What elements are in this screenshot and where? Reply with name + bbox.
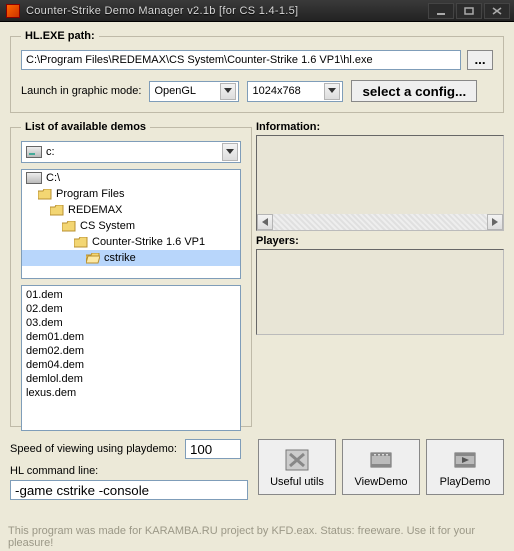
list-item[interactable]: demlol.dem xyxy=(24,372,238,386)
file-list[interactable]: 01.dem02.dem03.demdem01.demdem02.demdem0… xyxy=(21,285,241,431)
status-bar: This program was made for KARAMBA.RU pro… xyxy=(8,525,506,549)
scroll-track[interactable] xyxy=(273,214,487,230)
chevron-down-icon xyxy=(324,83,340,100)
useful-utils-button[interactable]: Useful utils xyxy=(258,439,336,495)
scroll-right-icon[interactable] xyxy=(487,214,503,230)
demos-legend: List of available demos xyxy=(21,121,150,133)
folder-icon xyxy=(74,237,88,248)
tree-label: CS System xyxy=(80,220,135,232)
speed-label: Speed of viewing using playdemo: xyxy=(10,443,177,455)
folder-icon xyxy=(50,205,64,216)
hlexe-path-input[interactable] xyxy=(21,50,461,70)
select-config-button[interactable]: select a config... xyxy=(351,80,477,102)
speed-input[interactable] xyxy=(185,439,241,459)
chevron-down-icon xyxy=(222,143,238,161)
renderer-select[interactable]: OpenGL xyxy=(149,81,239,102)
viewdemo-label: ViewDemo xyxy=(355,476,408,488)
titlebar: Counter-Strike Demo Manager v2.1b [for C… xyxy=(0,0,514,22)
maximize-button[interactable] xyxy=(456,3,482,19)
tree-item[interactable]: REDEMAX xyxy=(22,202,240,218)
tools-icon xyxy=(283,447,311,473)
drive-icon xyxy=(26,146,42,158)
renderer-value: OpenGL xyxy=(154,85,196,97)
list-item[interactable]: lexus.dem xyxy=(24,386,238,400)
folder-icon xyxy=(86,253,100,264)
list-item[interactable]: 01.dem xyxy=(24,288,238,302)
tree-label: REDEMAX xyxy=(68,204,122,216)
window-title: Counter-Strike Demo Manager v2.1b [for C… xyxy=(26,5,428,17)
list-item[interactable]: 02.dem xyxy=(24,302,238,316)
minimize-button[interactable] xyxy=(428,3,454,19)
tree-label: Counter-Strike 1.6 VP1 xyxy=(92,236,205,248)
folder-icon xyxy=(38,189,52,200)
tree-item[interactable]: cstrike xyxy=(22,250,240,266)
client-area: HL.EXE path: ... Launch in graphic mode:… xyxy=(0,22,514,551)
players-box xyxy=(256,249,504,335)
list-item[interactable]: dem01.dem xyxy=(24,330,238,344)
folder-icon xyxy=(62,221,76,232)
film-play-icon xyxy=(451,447,479,473)
chevron-down-icon xyxy=(220,83,236,100)
tree-item[interactable]: CS System xyxy=(22,218,240,234)
information-box xyxy=(256,135,504,231)
playdemo-label: PlayDemo xyxy=(440,476,491,488)
playdemo-button[interactable]: PlayDemo xyxy=(426,439,504,495)
tree-label: C:\ xyxy=(46,172,60,184)
resolution-value: 1024x768 xyxy=(252,85,300,97)
list-item[interactable]: 03.dem xyxy=(24,316,238,330)
tree-item[interactable]: Program Files xyxy=(22,186,240,202)
resolution-select[interactable]: 1024x768 xyxy=(247,81,343,102)
close-button[interactable] xyxy=(484,3,510,19)
info-scrollbar[interactable] xyxy=(257,214,503,230)
scroll-left-icon[interactable] xyxy=(257,214,273,230)
tree-item[interactable]: Counter-Strike 1.6 VP1 xyxy=(22,234,240,250)
information-label: Information: xyxy=(256,121,504,133)
drive-value: c: xyxy=(46,146,218,158)
viewdemo-button[interactable]: ViewDemo xyxy=(342,439,420,495)
app-icon xyxy=(6,4,20,18)
hlexe-group: HL.EXE path: ... Launch in graphic mode:… xyxy=(10,30,504,113)
players-label: Players: xyxy=(256,235,504,247)
tree-item[interactable]: C:\ xyxy=(22,170,240,186)
cmdline-label: HL command line: xyxy=(10,465,98,477)
film-icon xyxy=(367,447,395,473)
tree-label: cstrike xyxy=(104,252,136,264)
drive-select[interactable]: c: xyxy=(21,141,241,163)
drive-icon xyxy=(26,172,42,184)
browse-button[interactable]: ... xyxy=(467,50,493,70)
tree-label: Program Files xyxy=(56,188,124,200)
demos-group: List of available demos c: C:\ Program Fi… xyxy=(10,121,252,427)
useful-utils-label: Useful utils xyxy=(270,476,324,488)
folder-tree[interactable]: C:\ Program Files REDEMAX CS System Counter-… xyxy=(21,169,241,279)
launch-mode-label: Launch in graphic mode: xyxy=(21,85,141,97)
hlexe-legend: HL.EXE path: xyxy=(21,30,99,42)
list-item[interactable]: dem04.dem xyxy=(24,358,238,372)
list-item[interactable]: dem02.dem xyxy=(24,344,238,358)
cmdline-input[interactable] xyxy=(10,480,248,500)
